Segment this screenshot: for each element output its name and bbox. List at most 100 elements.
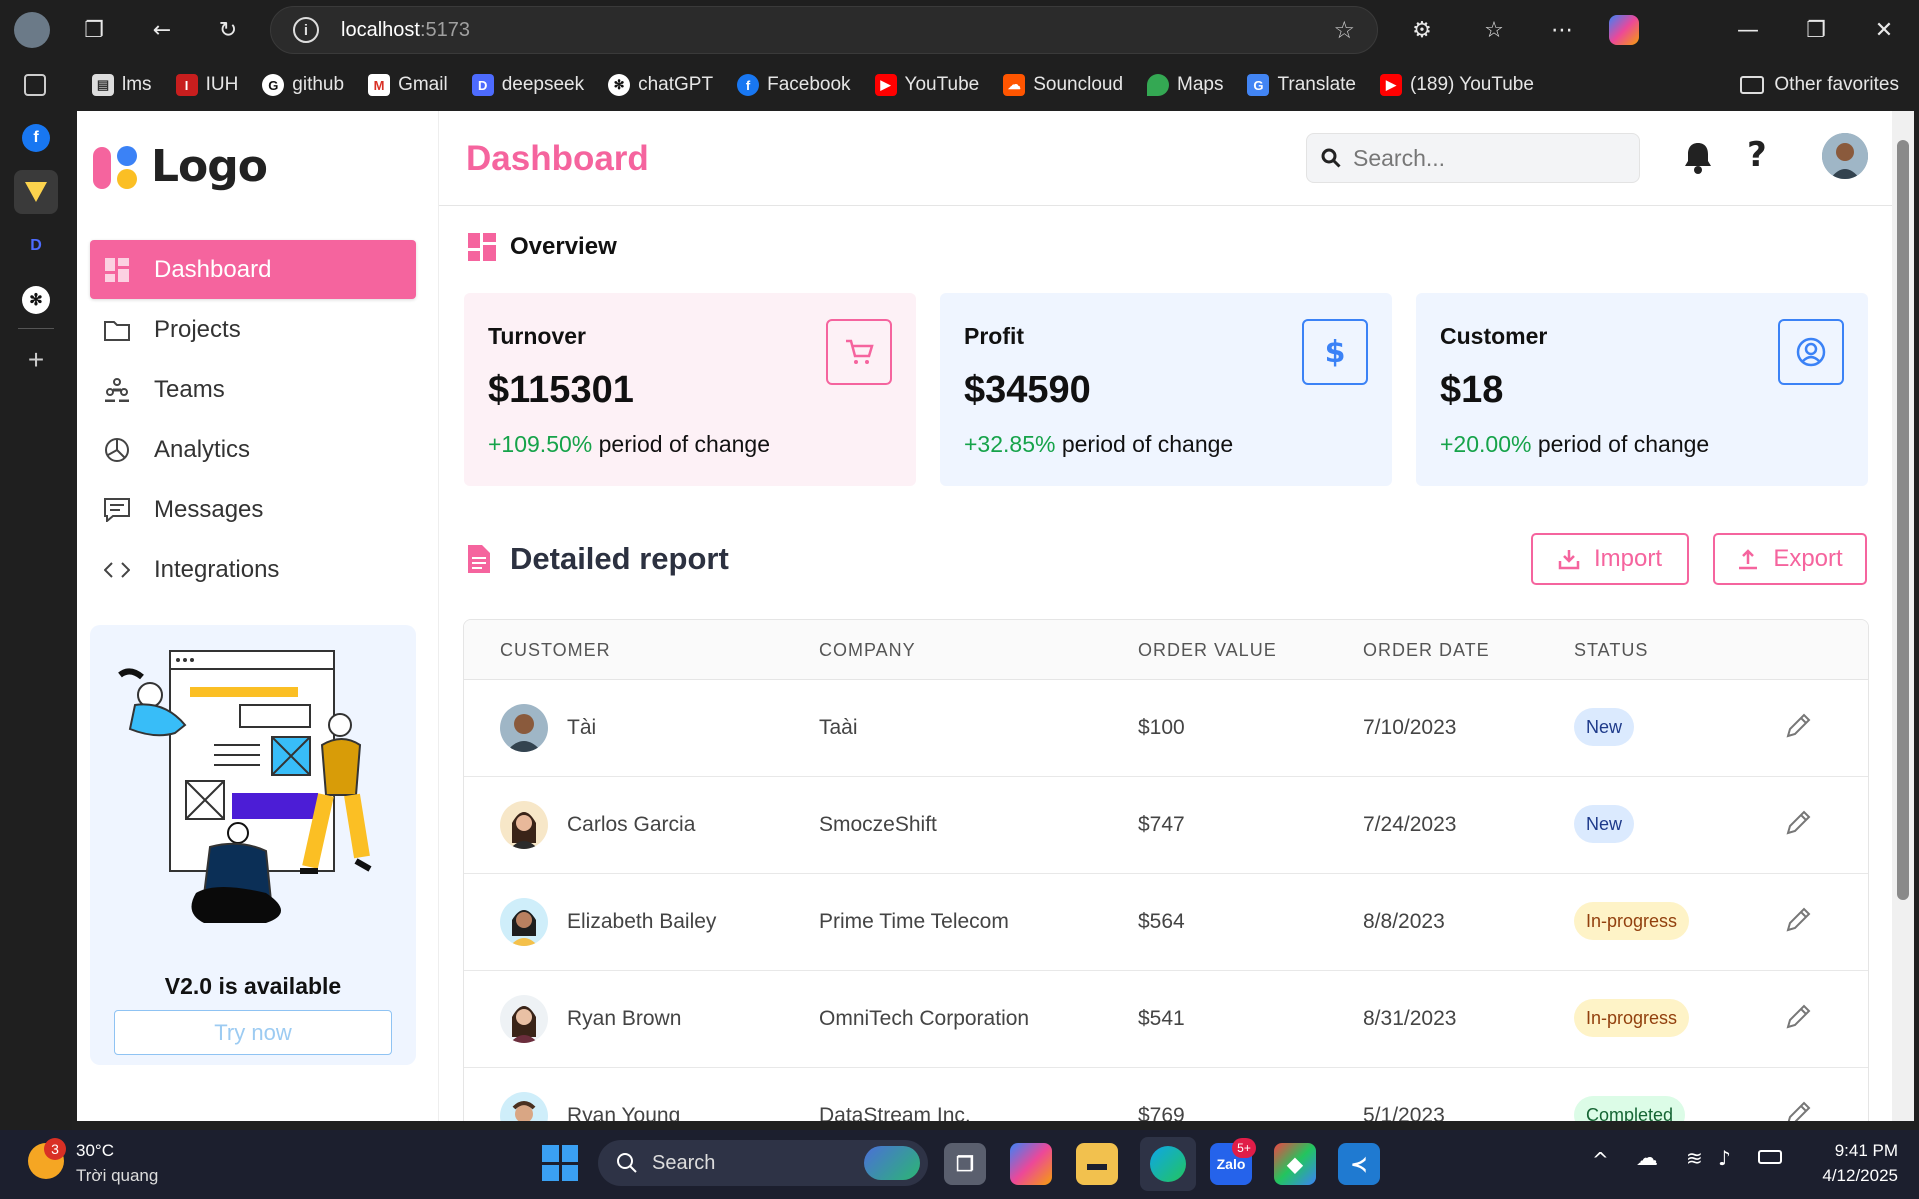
card-title: Profit — [964, 323, 1025, 349]
nav-messages[interactable]: Messages — [90, 480, 416, 539]
tab-actions-icon[interactable] — [24, 74, 46, 96]
col-customer[interactable]: CUSTOMER — [500, 640, 611, 661]
cart-icon[interactable] — [826, 319, 892, 385]
upgrade-promo: V2.0 is available Try now — [90, 625, 416, 1065]
divider — [18, 328, 54, 329]
col-order-value[interactable]: ORDER VALUE — [1138, 640, 1277, 661]
clock-date[interactable]: 4/12/2025 — [1796, 1166, 1898, 1186]
search-placeholder: Search... — [1353, 144, 1446, 171]
cloud-icon[interactable]: ☁ — [1636, 1146, 1658, 1171]
close-icon[interactable]: ✕ — [1868, 14, 1900, 46]
minimize-icon[interactable]: — — [1732, 14, 1764, 46]
dollar-icon[interactable]: $ — [1302, 319, 1368, 385]
bookmark-iuh[interactable]: I IUH — [175, 74, 238, 96]
chevron-up-icon[interactable]: ^ — [1592, 1148, 1609, 1172]
logo[interactable]: Logo — [93, 141, 268, 192]
battery-icon[interactable] — [1758, 1150, 1782, 1164]
vscode-icon[interactable]: ≺ — [1338, 1143, 1380, 1185]
bookmark-youtube[interactable]: ▶ YouTube — [874, 74, 979, 96]
git-icon[interactable]: ◆ — [1274, 1143, 1316, 1185]
nav-teams[interactable]: Teams — [90, 360, 416, 419]
weather-badge: 3 — [44, 1138, 66, 1160]
favorite-star-icon[interactable]: ☆ — [1333, 16, 1355, 44]
search-input[interactable]: Search... — [1306, 133, 1640, 183]
cell-value: $769 — [1138, 1104, 1185, 1121]
search-icon — [1321, 148, 1341, 168]
back-icon[interactable]: ← — [146, 14, 178, 46]
page-title: Dashboard — [466, 139, 649, 178]
table-row[interactable]: Elizabeth Bailey Prime Time Telecom $564… — [464, 874, 1868, 971]
edit-icon[interactable] — [1784, 1098, 1814, 1121]
extensions-icon[interactable]: ⚙ — [1406, 14, 1438, 46]
edge-icon[interactable] — [1140, 1137, 1196, 1191]
nav-projects[interactable]: Projects — [90, 300, 416, 359]
bookmark-youtube-2[interactable]: ▶ (189) YouTube — [1379, 74, 1534, 96]
import-button[interactable]: Import — [1531, 533, 1689, 585]
favorites-icon[interactable]: ☆ — [1478, 14, 1510, 46]
card-value: $18 — [1440, 369, 1504, 411]
folder-icon — [1740, 76, 1765, 94]
more-icon[interactable]: ⋯ — [1546, 14, 1578, 46]
bookmark-lms[interactable]: ▤ lms — [92, 74, 152, 96]
help-icon[interactable]: ? — [1747, 135, 1767, 175]
chatgpt-icon[interactable]: ✻ — [22, 286, 50, 314]
nav-integrations[interactable]: Integrations — [90, 540, 416, 599]
copilot-icon[interactable] — [1608, 14, 1640, 46]
nav-analytics[interactable]: Analytics — [90, 420, 416, 479]
user-circle-icon[interactable] — [1778, 319, 1844, 385]
clock-time[interactable]: 9:41 PM — [1804, 1141, 1898, 1161]
bookmark-deepseek[interactable]: Ddeepseek — [471, 74, 584, 96]
try-now-button[interactable]: Try now — [114, 1010, 392, 1055]
col-order-date[interactable]: ORDER DATE — [1363, 640, 1490, 661]
address-bar[interactable]: i localhost:5173 ☆ — [270, 6, 1378, 54]
cell-customer: Ryan Young — [567, 1104, 681, 1121]
other-favorites[interactable]: Other favorites — [1740, 74, 1899, 96]
vite-icon[interactable] — [14, 170, 58, 214]
nav-dashboard[interactable]: Dashboard — [90, 240, 416, 299]
user-avatar[interactable] — [1822, 133, 1868, 179]
edit-icon[interactable] — [1784, 710, 1814, 740]
app-sidebar: Logo Dashboard Projects Teams Analytics — [77, 111, 439, 1121]
profile-avatar[interactable] — [14, 12, 50, 48]
edit-icon[interactable] — [1784, 904, 1814, 934]
workspaces-icon[interactable]: ❐ — [78, 14, 110, 46]
restore-icon[interactable]: ❐ — [1800, 14, 1832, 46]
bookmark-github[interactable]: Ggithub — [262, 74, 344, 96]
copilot-icon[interactable] — [1010, 1143, 1052, 1185]
bookmark-maps[interactable]: Maps — [1147, 74, 1223, 96]
task-view-icon[interactable]: ❐ — [944, 1143, 986, 1185]
card-change: +32.85% period of change — [964, 431, 1234, 457]
bookmark-translate[interactable]: G Translate — [1247, 74, 1356, 96]
edit-icon[interactable] — [1784, 807, 1814, 837]
bell-icon[interactable] — [1679, 139, 1717, 177]
table-row[interactable]: Tài Taài $100 7/10/2023 New — [464, 680, 1868, 777]
bookmark-gmail[interactable]: M Gmail — [368, 74, 448, 96]
facebook-icon[interactable]: f — [22, 124, 50, 152]
col-company[interactable]: COMPANY — [819, 640, 916, 661]
col-status[interactable]: STATUS — [1574, 640, 1648, 661]
file-explorer-icon[interactable]: ▬ — [1076, 1143, 1118, 1185]
site-info-icon[interactable]: i — [293, 17, 319, 43]
windows-start-icon[interactable] — [542, 1145, 578, 1181]
card-title: Customer — [1440, 323, 1548, 349]
weather-temp[interactable]: 30°C — [76, 1141, 114, 1161]
browser-side-strip: f D ✻ + — [0, 60, 72, 1130]
taskbar-search[interactable]: Search — [598, 1140, 928, 1186]
table-row[interactable]: Ryan Brown OmniTech Corporation $541 8/3… — [464, 971, 1868, 1068]
deepseek-icon[interactable]: D — [22, 232, 50, 260]
weather-desc[interactable]: Trời quang — [76, 1166, 158, 1186]
bookmark-soundcloud[interactable]: ☁ Souncloud — [1003, 74, 1123, 96]
export-button[interactable]: Export — [1713, 533, 1867, 585]
bookmark-facebook[interactable]: f Facebook — [737, 74, 851, 96]
wifi-icon[interactable]: ≋ — [1686, 1146, 1703, 1170]
refresh-icon[interactable]: ↻ — [212, 14, 244, 46]
edit-icon[interactable] — [1784, 1001, 1814, 1031]
volume-icon[interactable]: ♪ — [1718, 1146, 1731, 1170]
add-icon[interactable]: + — [22, 344, 50, 375]
bookmarks-bar: ▤ lms I IUH Ggithub M Gmail Ddeepseek ✻ chat… — [0, 60, 1919, 110]
download-icon — [1558, 550, 1580, 570]
bookmark-chatgpt[interactable]: ✻ chatGPT — [608, 74, 713, 96]
table-row[interactable]: Carlos Garcia SmoczeShift $747 7/24/2023… — [464, 777, 1868, 874]
scrollbar-thumb[interactable] — [1897, 140, 1909, 900]
table-row[interactable]: Ryan Young DataStream Inc. $769 5/1/2023… — [464, 1068, 1868, 1121]
